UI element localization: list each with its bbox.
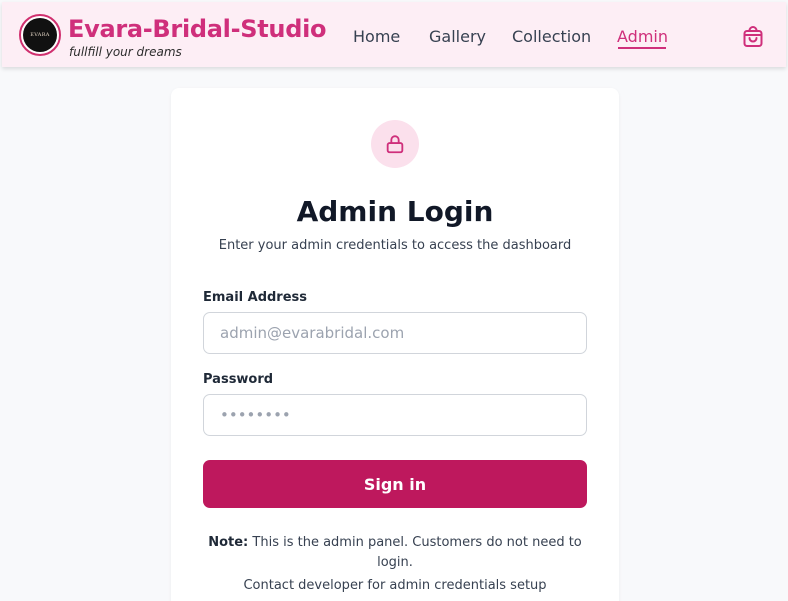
brand-logo[interactable]: EVARA bbox=[19, 14, 61, 56]
shopping-bag-icon bbox=[743, 26, 763, 47]
brand-title[interactable]: Evara-Bridal-Studio bbox=[68, 15, 326, 43]
email-label: Email Address bbox=[203, 290, 308, 305]
password-label: Password bbox=[203, 372, 274, 387]
logo-text: EVARA bbox=[30, 32, 50, 38]
login-card: Admin Login Enter your admin credentials… bbox=[171, 88, 619, 601]
page-title: Admin Login bbox=[296, 195, 494, 228]
navbar: EVARA Evara-Bridal-Studio fullfill your … bbox=[2, 2, 786, 67]
nav-active-indicator bbox=[618, 47, 666, 49]
lock-badge bbox=[371, 120, 419, 168]
sign-in-button[interactable]: Sign in bbox=[203, 460, 587, 508]
page-subtitle: Enter your admin credentials to access t… bbox=[218, 238, 572, 253]
nav-admin[interactable]: Admin bbox=[617, 27, 668, 46]
admin-note: Note: This is the admin panel. Customers… bbox=[203, 533, 587, 573]
nav-home[interactable]: Home bbox=[353, 27, 400, 46]
brand-tagline: fullfill your dreams bbox=[69, 45, 182, 59]
contact-note: Contact developer for admin credentials … bbox=[243, 578, 547, 593]
email-field[interactable] bbox=[203, 312, 587, 354]
note-text: This is the admin panel. Customers do no… bbox=[248, 535, 582, 570]
logo-image: EVARA bbox=[23, 18, 57, 52]
note-bold: Note: bbox=[208, 535, 249, 550]
lock-icon bbox=[386, 135, 404, 154]
nav-gallery[interactable]: Gallery bbox=[429, 27, 486, 46]
cart-button[interactable] bbox=[741, 25, 765, 49]
password-field[interactable] bbox=[203, 394, 587, 436]
nav-collection[interactable]: Collection bbox=[512, 27, 591, 46]
